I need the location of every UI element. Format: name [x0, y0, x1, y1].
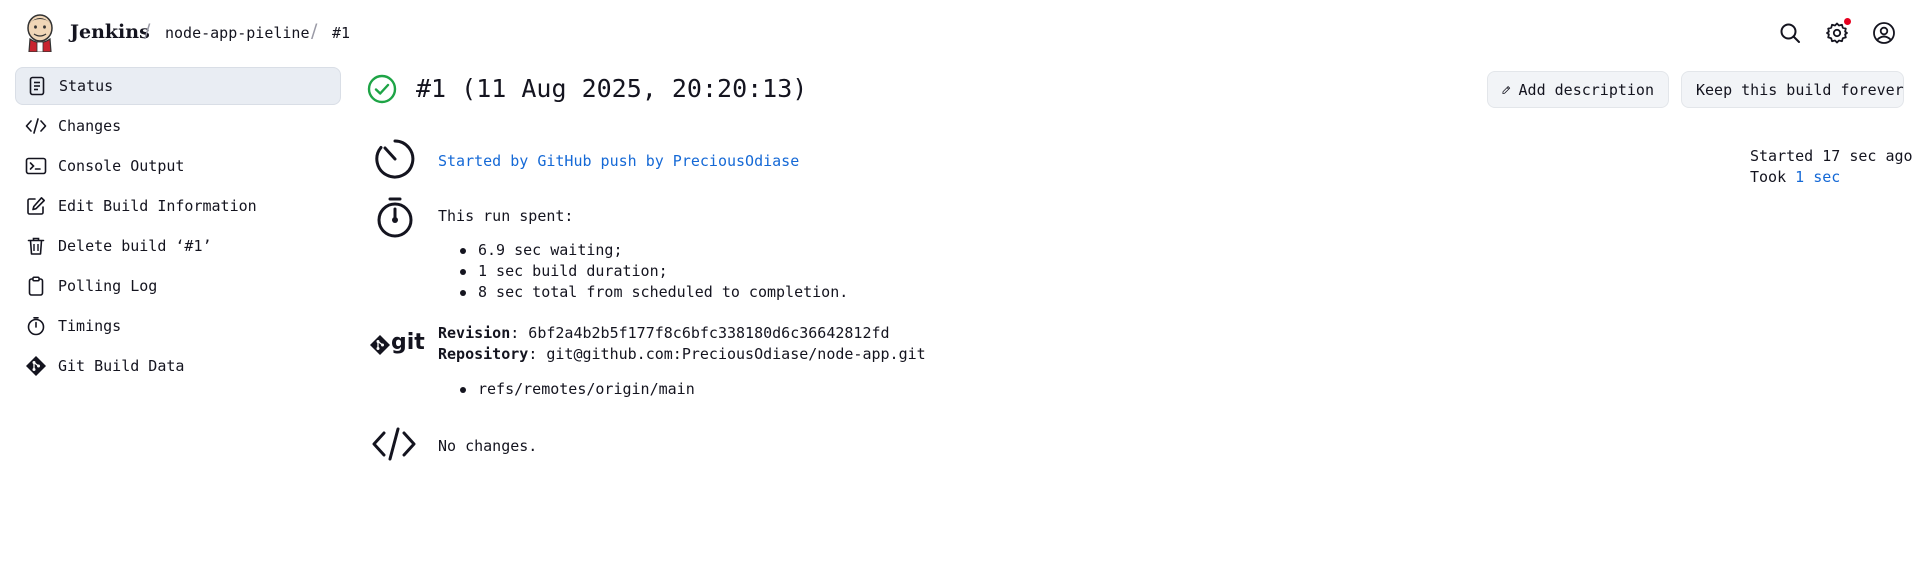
list-item: 6.9 sec waiting; [456, 240, 848, 261]
sidebar-item-label: Edit Build Information [58, 197, 257, 215]
breadcrumb-job[interactable]: node-app-pieline [165, 24, 310, 42]
sidebar-item-changes[interactable]: Changes [15, 107, 341, 145]
sidebar-item-status[interactable]: Status [15, 67, 341, 105]
no-changes-text: No changes. [438, 437, 538, 455]
keep-build-forever-label: Keep this build forever [1696, 80, 1904, 99]
notification-dot [1844, 18, 1851, 25]
sidebar-item-label: Delete build ‘#1’ [58, 237, 212, 255]
breadcrumb-separator: / [311, 20, 318, 42]
list-item: refs/remotes/origin/main [456, 379, 695, 400]
repository-value: : git@github.com:PreciousOdiase/node-app… [528, 345, 926, 363]
sidebar-item-timings[interactable]: Timings [15, 307, 341, 345]
run-spent-list: 6.9 sec waiting; 1 sec build duration; 8… [456, 240, 848, 303]
trash-icon [25, 235, 47, 257]
sidebar-item-edit-build-information[interactable]: Edit Build Information [15, 187, 341, 225]
header: Jenkins / node-app-pieline / #1 [0, 0, 1920, 66]
page-title: #1 (11 Aug 2025, 20:20:13) [416, 74, 808, 103]
trigger-gauge-icon [375, 139, 415, 179]
account-icon[interactable] [1872, 21, 1896, 45]
repository-line: Repository: git@github.com:PreciousOdias… [438, 345, 926, 363]
code-icon [25, 115, 47, 137]
list-item: 8 sec total from scheduled to completion… [456, 282, 848, 303]
git-icon [25, 355, 47, 377]
stopwatch-icon [25, 315, 47, 337]
revision-line: Revision: 6bf2a4b2b5f177f8c6bfc338180d6c… [438, 324, 890, 342]
search-icon[interactable] [1778, 21, 1802, 45]
code-icon [372, 427, 416, 461]
list-item: 1 sec build duration; [456, 261, 848, 282]
took-duration: Took 1 sec [1750, 168, 1840, 186]
sidebar-item-git-build-data[interactable]: Git Build Data [15, 347, 341, 385]
refs-list: refs/remotes/origin/main [456, 379, 695, 400]
sidebar-item-label: Git Build Data [58, 357, 185, 375]
run-spent-heading: This run spent: [438, 207, 574, 225]
sidebar-item-label: Changes [58, 117, 122, 135]
keep-build-forever-button[interactable]: Keep this build forever [1681, 71, 1904, 108]
sidebar-item-label: Timings [58, 317, 122, 335]
brand-title[interactable]: Jenkins [70, 21, 150, 43]
breadcrumb-separator: / [144, 20, 151, 42]
repository-label: Repository [438, 345, 529, 363]
clipboard-icon [25, 275, 47, 297]
edit-icon [25, 195, 47, 217]
add-description-label: Add description [1518, 80, 1654, 99]
sidebar-item-label: Console Output [58, 157, 185, 175]
success-check-icon [367, 74, 397, 104]
started-ago: Started 17 sec ago [1750, 147, 1913, 165]
took-prefix: Took [1750, 168, 1787, 186]
stopwatch-icon [377, 197, 413, 238]
sidebar-item-label: Polling Log [58, 277, 158, 295]
sidebar-item-label: Status [59, 77, 114, 95]
terminal-icon [25, 155, 47, 177]
took-link[interactable]: 1 sec [1795, 168, 1840, 186]
status-icon [26, 75, 48, 97]
add-description-button[interactable]: Add description [1487, 71, 1669, 108]
pencil-icon [1502, 85, 1511, 94]
revision-value: : 6bf2a4b2b5f177f8c6bfc338180d6c36642812… [510, 324, 890, 342]
git-wordmark: git [391, 330, 425, 355]
jenkins-logo[interactable] [25, 14, 55, 52]
sidebar-item-delete-build[interactable]: Delete build ‘#1’ [15, 227, 341, 265]
revision-label: Revision [438, 324, 511, 342]
sidebar-item-polling-log[interactable]: Polling Log [15, 267, 341, 305]
breadcrumb-build[interactable]: #1 [332, 24, 350, 42]
sidebar-item-console-output[interactable]: Console Output [15, 147, 341, 185]
git-logo-icon [370, 335, 390, 355]
started-by-link[interactable]: Started by GitHub push by PreciousOdiase [438, 152, 799, 170]
